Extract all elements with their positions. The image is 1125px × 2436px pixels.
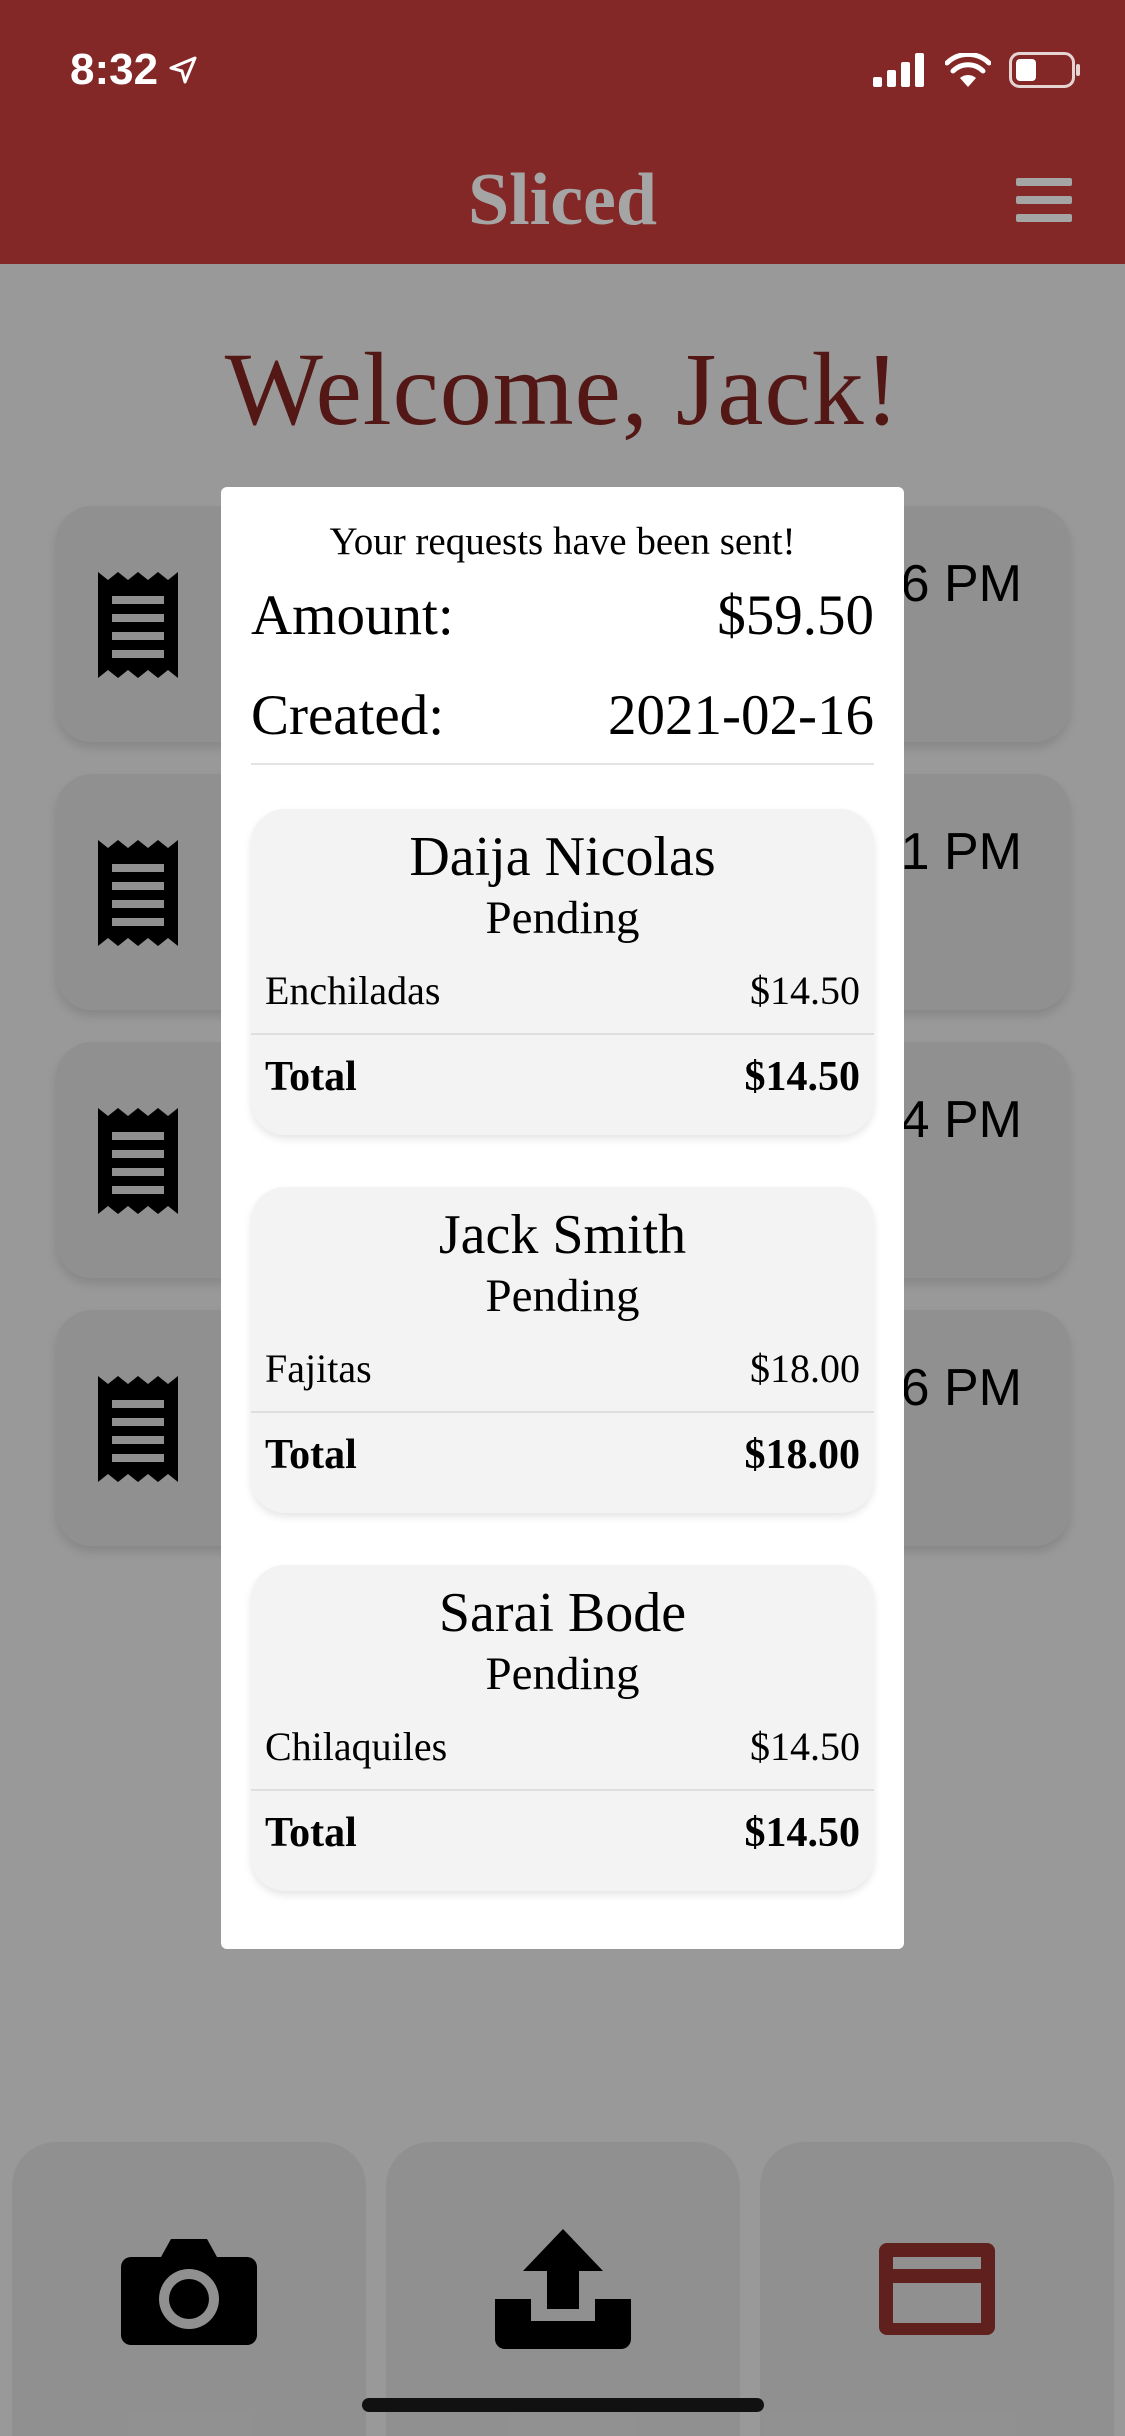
amount-label: Amount: [251, 584, 454, 647]
status-icons [873, 46, 1081, 94]
request-status: Pending [485, 892, 640, 944]
request-total-row: Total $14.50 [265, 1053, 860, 1101]
request-card: Jack Smith Pending Fajitas $18.00 Total … [251, 1187, 874, 1513]
total-label: Total [265, 1432, 357, 1478]
total-label: Total [265, 1810, 357, 1856]
total-value: $14.50 [744, 1810, 861, 1856]
request-card: Daija Nicolas Pending Enchiladas $14.50 … [251, 809, 874, 1135]
modal-message: Your requests have been sent! [329, 520, 796, 563]
app-header: 8:32 Sliced [0, 0, 1125, 264]
wifi-icon [945, 53, 991, 87]
app-title: Sliced [467, 159, 658, 241]
created-value: 2021-02-16 [608, 684, 874, 747]
created-row: Created: 2021-02-16 [251, 683, 874, 748]
requests-sent-modal: Your requests have been sent! Amount: $5… [221, 487, 904, 1949]
item-name: Chilaquiles [265, 1724, 448, 1769]
row-divider [251, 1411, 874, 1413]
status-bar-time: 8:32 [70, 40, 198, 100]
menu-button[interactable] [1016, 178, 1072, 222]
item-price: $14.50 [750, 1724, 860, 1769]
battery-icon [1009, 52, 1080, 88]
row-divider [251, 1033, 874, 1035]
row-divider [251, 1789, 874, 1791]
request-item-row: Fajitas $18.00 [265, 1345, 860, 1392]
amount-row: Amount: $59.50 [251, 583, 874, 648]
signal-icon [873, 53, 924, 87]
request-person-name: Daija Nicolas [409, 826, 716, 888]
amount-value: $59.50 [717, 584, 874, 647]
request-item-row: Chilaquiles $14.50 [265, 1723, 860, 1770]
request-total-row: Total $18.00 [265, 1431, 860, 1479]
request-status: Pending [485, 1648, 640, 1700]
total-value: $14.50 [744, 1054, 861, 1100]
request-person-name: Jack Smith [438, 1204, 687, 1266]
home-indicator [362, 2398, 764, 2412]
request-card: Sarai Bode Pending Chilaquiles $14.50 To… [251, 1565, 874, 1891]
divider [251, 763, 874, 765]
created-label: Created: [251, 684, 445, 747]
request-person-name: Sarai Bode [438, 1582, 687, 1644]
request-item-row: Enchiladas $14.50 [265, 967, 860, 1014]
item-name: Fajitas [265, 1346, 372, 1391]
request-total-row: Total $14.50 [265, 1809, 860, 1857]
item-name: Enchiladas [265, 968, 441, 1013]
hamburger-icon [1016, 178, 1072, 186]
item-price: $14.50 [750, 968, 860, 1013]
item-price: $18.00 [750, 1346, 860, 1391]
location-arrow-icon [169, 56, 197, 84]
total-value: $18.00 [744, 1432, 861, 1478]
total-label: Total [265, 1054, 357, 1100]
status-time-text: 8:32 [70, 45, 159, 94]
request-status: Pending [485, 1270, 640, 1322]
